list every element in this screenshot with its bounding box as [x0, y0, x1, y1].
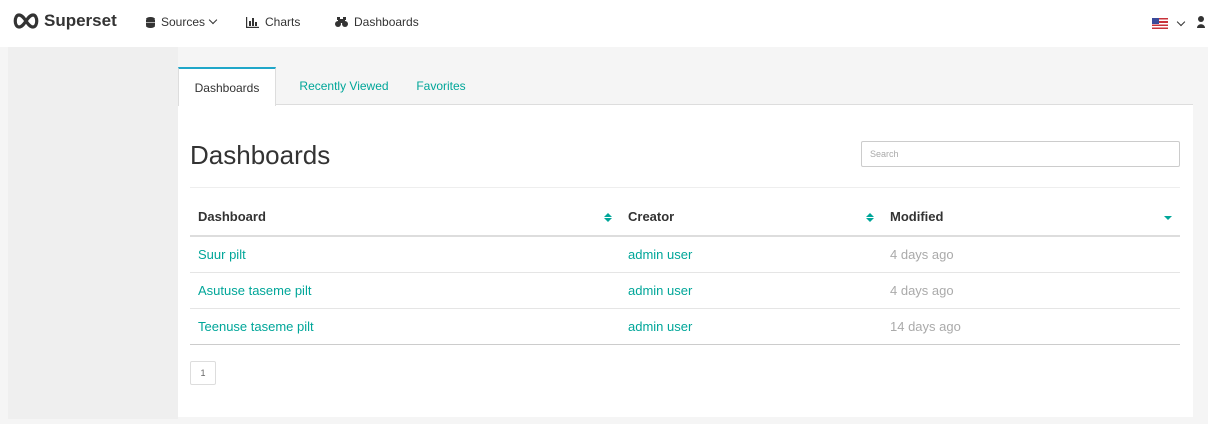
- brand-name: Superset: [44, 11, 117, 30]
- table-header-row: Dashboard Creator Modified: [190, 198, 1180, 237]
- database-icon: [146, 16, 155, 28]
- top-navbar: Superset Sources Charts Dashboards: [0, 0, 1208, 47]
- sort-desc-icon[interactable]: [1164, 216, 1172, 220]
- dashboard-link[interactable]: Teenuse taseme pilt: [198, 319, 314, 334]
- dashboard-link[interactable]: Asutuse taseme pilt: [198, 283, 311, 298]
- creator-link[interactable]: admin user: [628, 319, 692, 334]
- table-row: Suur pilt admin user 4 days ago: [190, 236, 1180, 273]
- dashboards-table: Dashboard Creator Modified Suur pilt adm…: [190, 198, 1180, 345]
- sort-icon[interactable]: [866, 213, 874, 222]
- dashboard-icon: [335, 16, 348, 28]
- pagination-page-button[interactable]: 1: [190, 361, 216, 385]
- tab-recently-viewed[interactable]: Recently Viewed: [284, 67, 404, 105]
- modified-text: 14 days ago: [890, 318, 961, 334]
- search-input[interactable]: [861, 141, 1180, 167]
- nav-sources-label: Sources: [161, 15, 206, 29]
- header-dashboard-label: Dashboard: [198, 209, 266, 224]
- table-row: Asutuse taseme pilt admin user 4 days ag…: [190, 272, 1180, 309]
- tab-dashboards[interactable]: Dashboards: [178, 67, 276, 106]
- brand[interactable]: Superset: [12, 11, 117, 31]
- dashboard-link[interactable]: Suur pilt: [198, 247, 246, 262]
- chevron-down-icon: [208, 15, 218, 25]
- page-title: Dashboards: [190, 140, 331, 170]
- header-modified[interactable]: Modified: [882, 198, 1180, 237]
- creator-link[interactable]: admin user: [628, 247, 692, 262]
- bar-chart-icon: [246, 16, 259, 28]
- modified-text: 4 days ago: [890, 246, 954, 262]
- left-gutter: [8, 47, 178, 419]
- nav-dashboards-label: Dashboards: [354, 15, 419, 29]
- creator-link[interactable]: admin user: [628, 283, 692, 298]
- divider: [190, 187, 1180, 188]
- nav-charts-label: Charts: [265, 15, 301, 29]
- nav-sources[interactable]: Sources: [146, 15, 218, 29]
- nav-charts[interactable]: Charts: [246, 15, 300, 29]
- dashboards-panel: Dashboards Recently Viewed Favorites Das…: [178, 67, 1193, 417]
- table-row: Teenuse taseme pilt admin user 14 days a…: [190, 308, 1180, 345]
- header-creator[interactable]: Creator: [620, 198, 882, 237]
- flag-us-icon[interactable]: [1152, 18, 1168, 29]
- header-dashboard[interactable]: Dashboard: [190, 198, 620, 237]
- tab-bar: Dashboards Recently Viewed Favorites: [178, 67, 1193, 106]
- nav-dashboards[interactable]: Dashboards: [335, 15, 419, 29]
- user-icon[interactable]: [1197, 16, 1205, 28]
- header-creator-label: Creator: [628, 209, 675, 224]
- sort-icon[interactable]: [604, 213, 612, 222]
- modified-text: 4 days ago: [890, 282, 954, 298]
- superset-logo-icon: [13, 13, 39, 29]
- tab-favorites[interactable]: Favorites: [406, 67, 476, 105]
- language-chevron-down-icon[interactable]: [1176, 17, 1186, 27]
- header-modified-label: Modified: [890, 209, 944, 224]
